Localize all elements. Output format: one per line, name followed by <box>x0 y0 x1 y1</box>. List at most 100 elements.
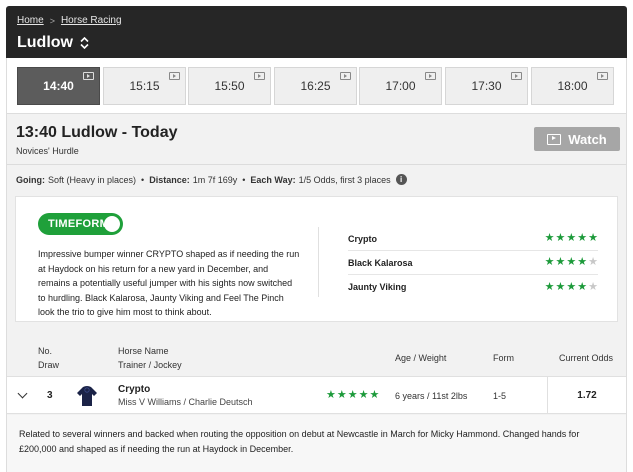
star-filled-icon: ★ <box>566 232 577 244</box>
col-no: No. <box>38 346 53 356</box>
race-title: 13:40 Ludlow - Today <box>16 124 178 141</box>
race-conditions: Going: Soft (Heavy in places) • Distance… <box>16 174 407 185</box>
runner-name[interactable]: Crypto <box>118 384 150 395</box>
tv-icon <box>83 72 94 80</box>
star-filled-icon: ★ <box>555 232 566 244</box>
runner-draw: 3 <box>47 390 53 401</box>
timeform-selection: Crypto ★ ★ ★ ★ ★ <box>348 227 598 251</box>
race-time-label: 15:50 <box>214 79 245 93</box>
star-filled-icon: ★ <box>577 256 588 268</box>
col-age-weight: Age / Weight <box>395 353 447 363</box>
star-filled-icon: ★ <box>588 232 598 244</box>
race-panel: 13:40 Ludlow - Today Novices' Hurdle Wat… <box>6 114 627 472</box>
race-time-tab[interactable]: 17:00 <box>359 67 442 105</box>
toggle-knob <box>104 216 120 232</box>
col-trainer-jockey: Trainer / Jockey <box>118 360 182 370</box>
race-time-strip: 14:40 15:15 15:50 16:25 17:00 17:30 18:00 <box>6 58 627 114</box>
tv-icon <box>425 72 436 80</box>
race-time-label: 15:15 <box>129 79 160 93</box>
star-filled-icon: ★ <box>369 389 380 401</box>
star-filled-icon: ★ <box>336 389 347 401</box>
selection-horse-name: Jaunty Viking <box>348 282 407 292</box>
runners-table-header: No. Draw Horse Name Trainer / Jockey Age… <box>7 337 626 375</box>
watch-label: Watch <box>568 131 607 147</box>
each-way-value: 1/5 Odds, first 3 places <box>298 174 391 185</box>
going-label: Going: <box>16 174 45 185</box>
breadcrumb-horse-racing-link[interactable]: Horse Racing <box>61 15 122 26</box>
race-time-tab[interactable]: 17:30 <box>445 67 528 105</box>
jockey-silks-icon <box>75 384 99 408</box>
chevron-down-icon[interactable] <box>17 388 28 399</box>
star-filled-icon: ★ <box>577 280 588 293</box>
selection-star-rating: ★ ★ ★ ★ ★ <box>544 280 598 293</box>
col-form: Form <box>493 353 514 363</box>
tv-icon <box>597 72 608 80</box>
odds-button[interactable]: 1.72 <box>547 377 626 413</box>
race-time-label: 17:30 <box>471 79 502 93</box>
watch-button[interactable]: Watch <box>534 127 620 151</box>
timeform-verdict: TIMEFORM Impressive bumper winner CRYPTO… <box>15 196 618 322</box>
runner-star-rating: ★ ★ ★ ★ ★ <box>326 390 379 401</box>
star-filled-icon: ★ <box>358 389 369 401</box>
breadcrumb: Home > Horse Racing <box>17 15 122 26</box>
table-row[interactable]: 3 Crypto Miss V Williams / Charlie Deuts… <box>7 376 626 414</box>
star-empty-icon: ★ <box>588 280 598 293</box>
selection-horse-name: Black Kalarosa <box>348 257 413 268</box>
venue-selector[interactable]: Ludlow <box>17 34 89 52</box>
runner-comment: Related to several winners and backed wh… <box>7 415 626 472</box>
runner-age-weight: 6 years / 11st 2lbs <box>395 391 468 401</box>
race-time-label: 17:00 <box>385 79 416 93</box>
race-time-label: 18:00 <box>557 79 588 93</box>
timeform-selection: Black Kalarosa ★ ★ ★ ★ ★ <box>348 251 598 275</box>
bullet: • <box>141 174 145 185</box>
star-filled-icon: ★ <box>544 232 555 244</box>
race-time-tab[interactable]: 15:15 <box>103 67 186 105</box>
timeform-logo: TIMEFORM <box>48 218 110 230</box>
col-horse-name: Horse Name <box>118 346 169 356</box>
tv-icon <box>254 72 265 80</box>
star-filled-icon: ★ <box>555 256 566 268</box>
selection-star-rating: ★ ★ ★ ★ ★ <box>545 233 598 244</box>
distance-value: 1m 7f 169y <box>192 174 238 185</box>
selection-horse-name: Crypto <box>348 233 377 244</box>
runner-connections: Miss V Williams / Charlie Deutsch <box>118 397 253 407</box>
star-filled-icon: ★ <box>566 280 577 293</box>
tv-icon <box>169 72 180 80</box>
bullet: • <box>242 174 246 185</box>
breadcrumb-separator: > <box>49 15 55 26</box>
col-draw: Draw <box>38 360 60 370</box>
star-filled-icon: ★ <box>555 280 566 293</box>
race-time-label: 16:25 <box>300 79 331 93</box>
race-time-tab[interactable]: 15:50 <box>188 67 271 105</box>
star-filled-icon: ★ <box>326 389 336 401</box>
race-type: Novices' Hurdle <box>16 146 79 156</box>
timeform-toggle[interactable]: TIMEFORM <box>38 213 123 235</box>
divider <box>7 164 626 165</box>
divider <box>318 227 319 297</box>
star-filled-icon: ★ <box>566 256 577 268</box>
star-filled-icon: ★ <box>544 280 555 293</box>
venue-title: Ludlow <box>17 34 73 51</box>
star-filled-icon: ★ <box>544 256 555 268</box>
runner-form: 1-5 <box>493 391 507 401</box>
info-icon[interactable]: i <box>395 174 407 185</box>
distance-label: Distance: <box>149 174 190 185</box>
each-way-label: Each Way: <box>250 174 296 185</box>
up-down-chevron-icon[interactable] <box>80 37 89 49</box>
race-time-tab[interactable]: 14:40 <box>17 67 100 105</box>
race-header: Home > Horse Racing Ludlow <box>6 6 627 58</box>
race-time-tab[interactable]: 18:00 <box>531 67 614 105</box>
star-empty-icon: ★ <box>588 256 598 268</box>
star-filled-icon: ★ <box>577 232 588 244</box>
race-time-tab[interactable]: 16:25 <box>274 67 357 105</box>
timeform-selection: Jaunty Viking ★ ★ ★ ★ ★ <box>348 275 598 299</box>
star-filled-icon: ★ <box>347 389 358 401</box>
selection-star-rating: ★ ★ ★ ★ ★ <box>545 257 598 268</box>
tv-icon <box>340 72 351 80</box>
tv-icon <box>511 72 522 80</box>
col-current-odds: Current Odds <box>559 353 614 363</box>
tv-icon <box>547 133 562 145</box>
breadcrumb-home-link[interactable]: Home <box>17 15 44 26</box>
race-time-label: 14:40 <box>43 79 74 93</box>
going-value: Soft (Heavy in places) <box>48 174 137 185</box>
